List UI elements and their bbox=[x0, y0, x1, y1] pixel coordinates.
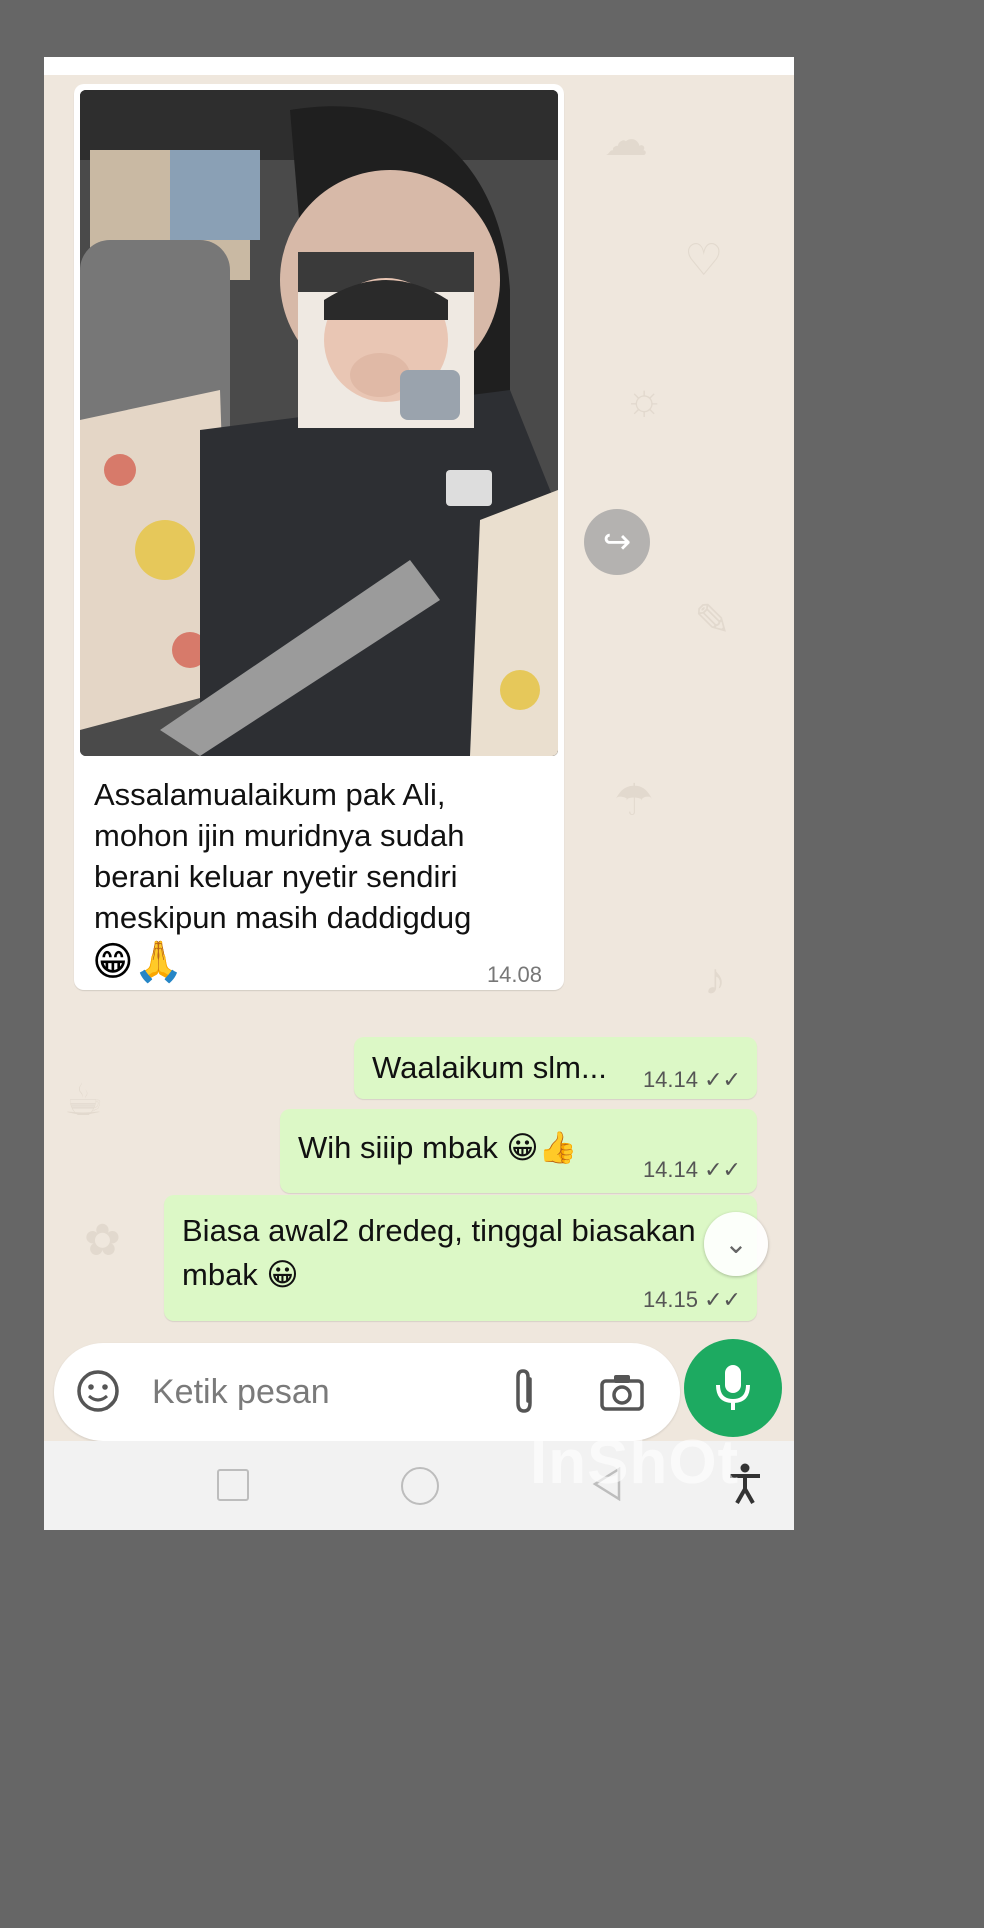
message-line: mohon ijin muridnya sudah bbox=[94, 818, 465, 853]
wallpaper-doodle: ☁ bbox=[604, 116, 648, 165]
outgoing-message[interactable]: Waalaikum slm... 14.14 ✓✓ bbox=[354, 1037, 757, 1099]
message-line: meskipun masih daddigdug bbox=[94, 900, 472, 935]
wallpaper-doodle: ☼ bbox=[624, 375, 665, 424]
outgoing-message-text: Wih siiip mbak 😀👍 bbox=[298, 1129, 577, 1166]
message-meta: 14.14 ✓✓ bbox=[643, 1067, 741, 1093]
wallpaper-doodle: ✎ bbox=[694, 596, 731, 645]
outgoing-message-text: mbak 😀 bbox=[182, 1257, 299, 1292]
incoming-message[interactable]: Assalamualaikum pak Ali, mohon ijin muri… bbox=[74, 84, 564, 990]
message-input[interactable]: Ketik pesan bbox=[152, 1373, 330, 1412]
paperclip-icon[interactable] bbox=[506, 1367, 542, 1417]
wallpaper-doodle: ☂ bbox=[614, 776, 654, 825]
outgoing-message-text: Waalaikum slm... bbox=[372, 1050, 607, 1085]
outgoing-message-text: Biasa awal2 dredeg, tinggal biasakan bbox=[182, 1213, 696, 1248]
wallpaper-doodle: ☕ bbox=[64, 1076, 104, 1125]
sticker-icon[interactable] bbox=[76, 1369, 120, 1413]
message-timestamp: 14.08 bbox=[486, 962, 542, 987]
microphone-icon[interactable] bbox=[684, 1339, 782, 1437]
double-check-icon: ✓✓ bbox=[704, 1158, 741, 1183]
message-meta: 14.14 ✓✓ bbox=[643, 1157, 741, 1183]
message-timestamp: 14.15 bbox=[642, 1287, 698, 1312]
double-chevron-down-icon[interactable]: ⌄ bbox=[704, 1212, 768, 1276]
outgoing-message[interactable]: Wih siiip mbak 😀👍 14.14 ✓✓ bbox=[280, 1109, 757, 1193]
square-icon[interactable] bbox=[217, 1469, 249, 1501]
message-line: Assalamualaikum pak Ali, bbox=[94, 777, 446, 812]
shared-photo[interactable] bbox=[80, 90, 558, 756]
message-timestamp: 14.14 bbox=[642, 1157, 698, 1182]
camera-icon[interactable] bbox=[600, 1373, 644, 1411]
message-emoji: 😁🙏 bbox=[92, 939, 184, 985]
outgoing-message[interactable]: Biasa awal2 dredeg, tinggal biasakan mba… bbox=[164, 1195, 757, 1321]
watermark: InShOt bbox=[530, 1428, 740, 1497]
status-bar bbox=[44, 57, 794, 75]
wallpaper-doodle: ✿ bbox=[84, 1216, 121, 1265]
wallpaper-doodle: ♪ bbox=[704, 955, 726, 1004]
phone-screen: ☁ ♡ ☼ ✎ ☂ ♪ ☕ ✿ Assalamualaikum pak Ali,… bbox=[44, 57, 794, 1530]
outgoing-message-text-content: Wih siiip mbak 😀👍 bbox=[298, 1130, 578, 1165]
message-line: berani keluar nyetir sendiri bbox=[94, 859, 458, 894]
circle-icon[interactable] bbox=[401, 1467, 439, 1505]
double-check-icon: ✓✓ bbox=[704, 1068, 741, 1093]
forward-icon[interactable]: ↪ bbox=[584, 509, 650, 575]
chat-area[interactable]: ☁ ♡ ☼ ✎ ☂ ♪ ☕ ✿ Assalamualaikum pak Ali,… bbox=[44, 75, 794, 1483]
message-meta: 14.15 ✓✓ bbox=[643, 1287, 741, 1313]
double-check-icon: ✓✓ bbox=[704, 1288, 741, 1313]
message-timestamp: 14.14 bbox=[642, 1067, 698, 1092]
incoming-message-text: Assalamualaikum pak Ali, mohon ijin muri… bbox=[94, 774, 534, 938]
wallpaper-doodle: ♡ bbox=[684, 236, 724, 285]
